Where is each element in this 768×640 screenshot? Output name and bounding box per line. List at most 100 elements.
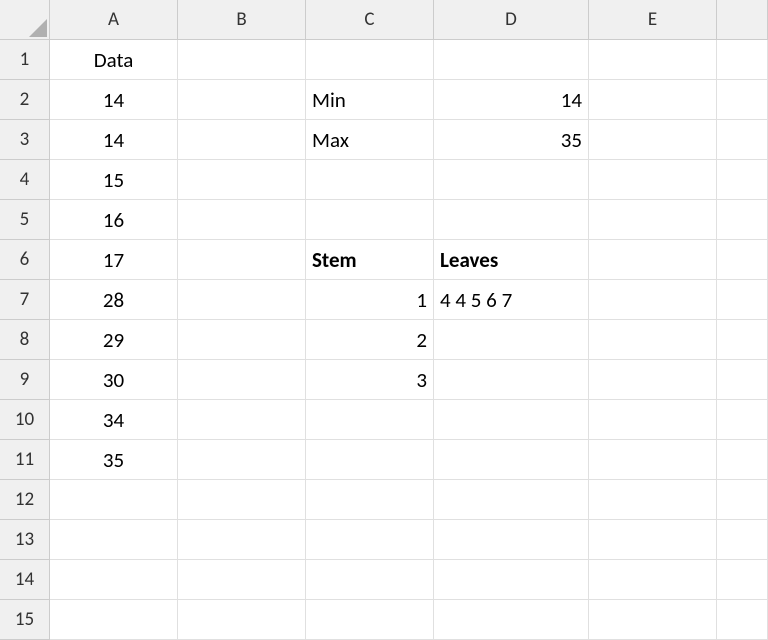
cell-F4[interactable]	[717, 160, 768, 200]
row-header-3[interactable]: 3	[0, 120, 50, 160]
cell-A2[interactable]: 14	[50, 80, 178, 120]
row-header-1[interactable]: 1	[0, 40, 50, 80]
cell-A1[interactable]: Data	[50, 40, 178, 80]
row-header-11[interactable]: 11	[0, 440, 50, 480]
row-header-7[interactable]: 7	[0, 280, 50, 320]
cell-A8[interactable]: 29	[50, 320, 178, 360]
cell-F13[interactable]	[717, 520, 768, 560]
cell-B9[interactable]	[178, 360, 306, 400]
row-header-6[interactable]: 6	[0, 240, 50, 280]
cell-A15[interactable]	[50, 600, 178, 640]
row-header-10[interactable]: 10	[0, 400, 50, 440]
cell-E6[interactable]	[589, 240, 717, 280]
row-header-4[interactable]: 4	[0, 160, 50, 200]
cell-E13[interactable]	[589, 520, 717, 560]
cell-C7[interactable]: 1	[306, 280, 434, 320]
cell-E7[interactable]	[589, 280, 717, 320]
cell-C1[interactable]	[306, 40, 434, 80]
col-header-C[interactable]: C	[306, 0, 434, 40]
cell-B5[interactable]	[178, 200, 306, 240]
cell-F15[interactable]	[717, 600, 768, 640]
cell-A12[interactable]	[50, 480, 178, 520]
cell-C5[interactable]	[306, 200, 434, 240]
row-header-13[interactable]: 13	[0, 520, 50, 560]
cell-F12[interactable]	[717, 480, 768, 520]
cell-D15[interactable]	[434, 600, 589, 640]
cell-C12[interactable]	[306, 480, 434, 520]
cell-D12[interactable]	[434, 480, 589, 520]
cell-D13[interactable]	[434, 520, 589, 560]
cell-A14[interactable]	[50, 560, 178, 600]
cell-A3[interactable]: 14	[50, 120, 178, 160]
cell-A5[interactable]: 16	[50, 200, 178, 240]
cell-A13[interactable]	[50, 520, 178, 560]
cell-C15[interactable]	[306, 600, 434, 640]
cell-F3[interactable]	[717, 120, 768, 160]
cell-D14[interactable]	[434, 560, 589, 600]
col-header-D[interactable]: D	[434, 0, 589, 40]
cell-A10[interactable]: 34	[50, 400, 178, 440]
cell-D1[interactable]	[434, 40, 589, 80]
cell-D11[interactable]	[434, 440, 589, 480]
cell-E11[interactable]	[589, 440, 717, 480]
cell-E4[interactable]	[589, 160, 717, 200]
cell-F11[interactable]	[717, 440, 768, 480]
cell-B3[interactable]	[178, 120, 306, 160]
cell-D10[interactable]	[434, 400, 589, 440]
cell-E3[interactable]	[589, 120, 717, 160]
cell-B13[interactable]	[178, 520, 306, 560]
cell-C10[interactable]	[306, 400, 434, 440]
cell-B15[interactable]	[178, 600, 306, 640]
cell-B8[interactable]	[178, 320, 306, 360]
cell-B7[interactable]	[178, 280, 306, 320]
cell-E2[interactable]	[589, 80, 717, 120]
row-header-5[interactable]: 5	[0, 200, 50, 240]
row-header-8[interactable]: 8	[0, 320, 50, 360]
row-header-2[interactable]: 2	[0, 80, 50, 120]
cell-F7[interactable]	[717, 280, 768, 320]
cell-E5[interactable]	[589, 200, 717, 240]
cell-B11[interactable]	[178, 440, 306, 480]
cell-F1[interactable]	[717, 40, 768, 80]
cell-C6[interactable]: Stem	[306, 240, 434, 280]
spreadsheet-grid[interactable]: A B C D E 1 Data 2 14 Min 14 3 14 Max 35…	[0, 0, 768, 640]
cell-C9[interactable]: 3	[306, 360, 434, 400]
cell-C4[interactable]	[306, 160, 434, 200]
cell-E15[interactable]	[589, 600, 717, 640]
cell-A11[interactable]: 35	[50, 440, 178, 480]
cell-F6[interactable]	[717, 240, 768, 280]
cell-B10[interactable]	[178, 400, 306, 440]
cell-C3[interactable]: Max	[306, 120, 434, 160]
cell-E10[interactable]	[589, 400, 717, 440]
cell-E14[interactable]	[589, 560, 717, 600]
cell-B1[interactable]	[178, 40, 306, 80]
cell-E9[interactable]	[589, 360, 717, 400]
cell-D6[interactable]: Leaves	[434, 240, 589, 280]
cell-A9[interactable]: 30	[50, 360, 178, 400]
cell-D8[interactable]	[434, 320, 589, 360]
cell-C14[interactable]	[306, 560, 434, 600]
row-header-14[interactable]: 14	[0, 560, 50, 600]
cell-D5[interactable]	[434, 200, 589, 240]
cell-F10[interactable]	[717, 400, 768, 440]
cell-E8[interactable]	[589, 320, 717, 360]
cell-D9[interactable]	[434, 360, 589, 400]
cell-B4[interactable]	[178, 160, 306, 200]
col-header-F-partial[interactable]	[717, 0, 768, 40]
cell-B6[interactable]	[178, 240, 306, 280]
cell-D4[interactable]	[434, 160, 589, 200]
cell-F2[interactable]	[717, 80, 768, 120]
cell-B2[interactable]	[178, 80, 306, 120]
cell-C8[interactable]: 2	[306, 320, 434, 360]
cell-C11[interactable]	[306, 440, 434, 480]
cell-A7[interactable]: 28	[50, 280, 178, 320]
col-header-E[interactable]: E	[589, 0, 717, 40]
cell-D3[interactable]: 35	[434, 120, 589, 160]
cell-F5[interactable]	[717, 200, 768, 240]
cell-D7[interactable]: 4 4 5 6 7	[434, 280, 589, 320]
col-header-A[interactable]: A	[50, 0, 178, 40]
cell-C13[interactable]	[306, 520, 434, 560]
cell-B14[interactable]	[178, 560, 306, 600]
cell-B12[interactable]	[178, 480, 306, 520]
select-all-corner[interactable]	[0, 0, 50, 40]
